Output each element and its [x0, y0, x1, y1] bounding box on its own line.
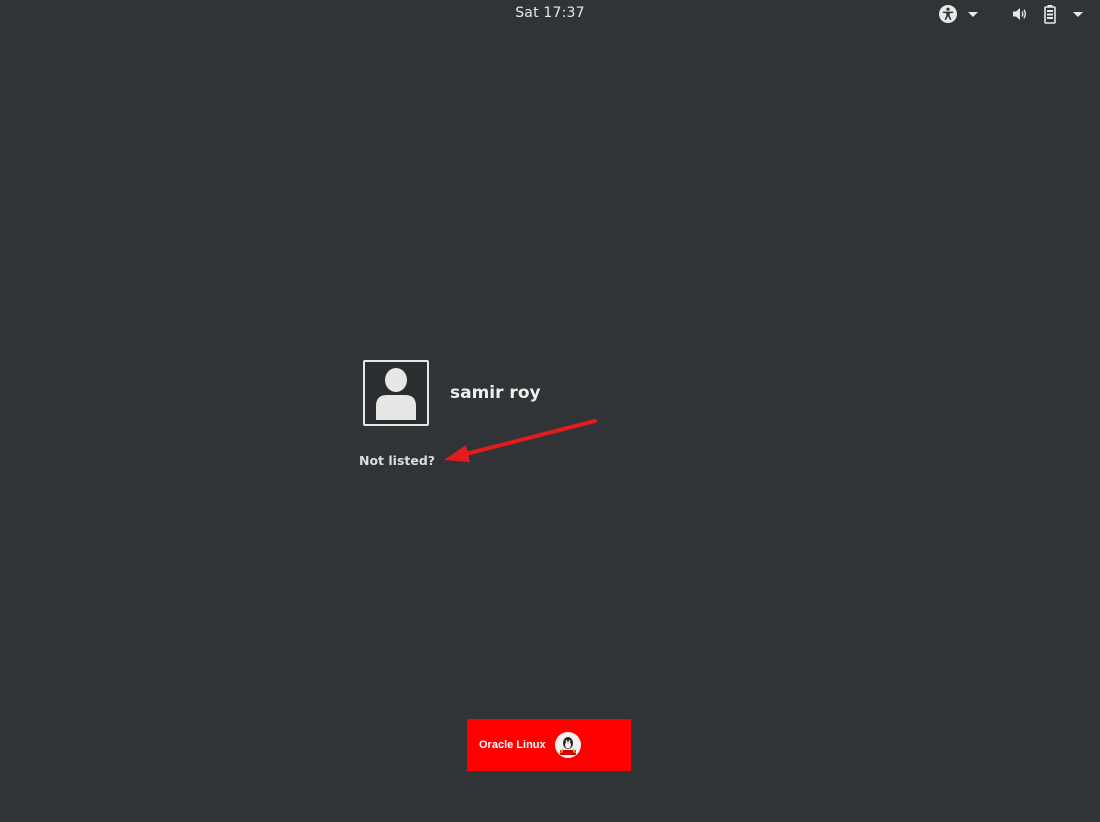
chevron-down-icon	[968, 11, 978, 17]
not-listed-link[interactable]: Not listed?	[359, 453, 435, 468]
user-name-label: samir roy	[450, 383, 541, 403]
clock-label[interactable]: Sat 17:37	[515, 5, 585, 21]
clock-container: Sat 17:37	[0, 5, 1100, 21]
accessibility-icon	[938, 4, 958, 24]
battery-icon	[1043, 4, 1057, 24]
chevron-down-icon	[1073, 11, 1083, 17]
user-avatar-icon	[373, 366, 419, 420]
user-list: samir roy	[363, 358, 623, 428]
avatar	[363, 360, 429, 426]
top-bar: Sat 17:37	[0, 0, 1100, 28]
logo-text: Oracle Linux	[479, 739, 546, 751]
tux-mascot-icon	[554, 731, 582, 759]
user-item-samir-roy[interactable]: samir roy	[363, 358, 623, 428]
login-screen: Sat 17:37 samir roy Not listed? Oracle L…	[0, 0, 1100, 822]
accessibility-menu[interactable]	[938, 4, 978, 24]
system-status-menu[interactable]	[1011, 4, 1083, 24]
volume-icon	[1011, 5, 1029, 23]
oracle-linux-logo: Oracle Linux	[467, 719, 631, 771]
